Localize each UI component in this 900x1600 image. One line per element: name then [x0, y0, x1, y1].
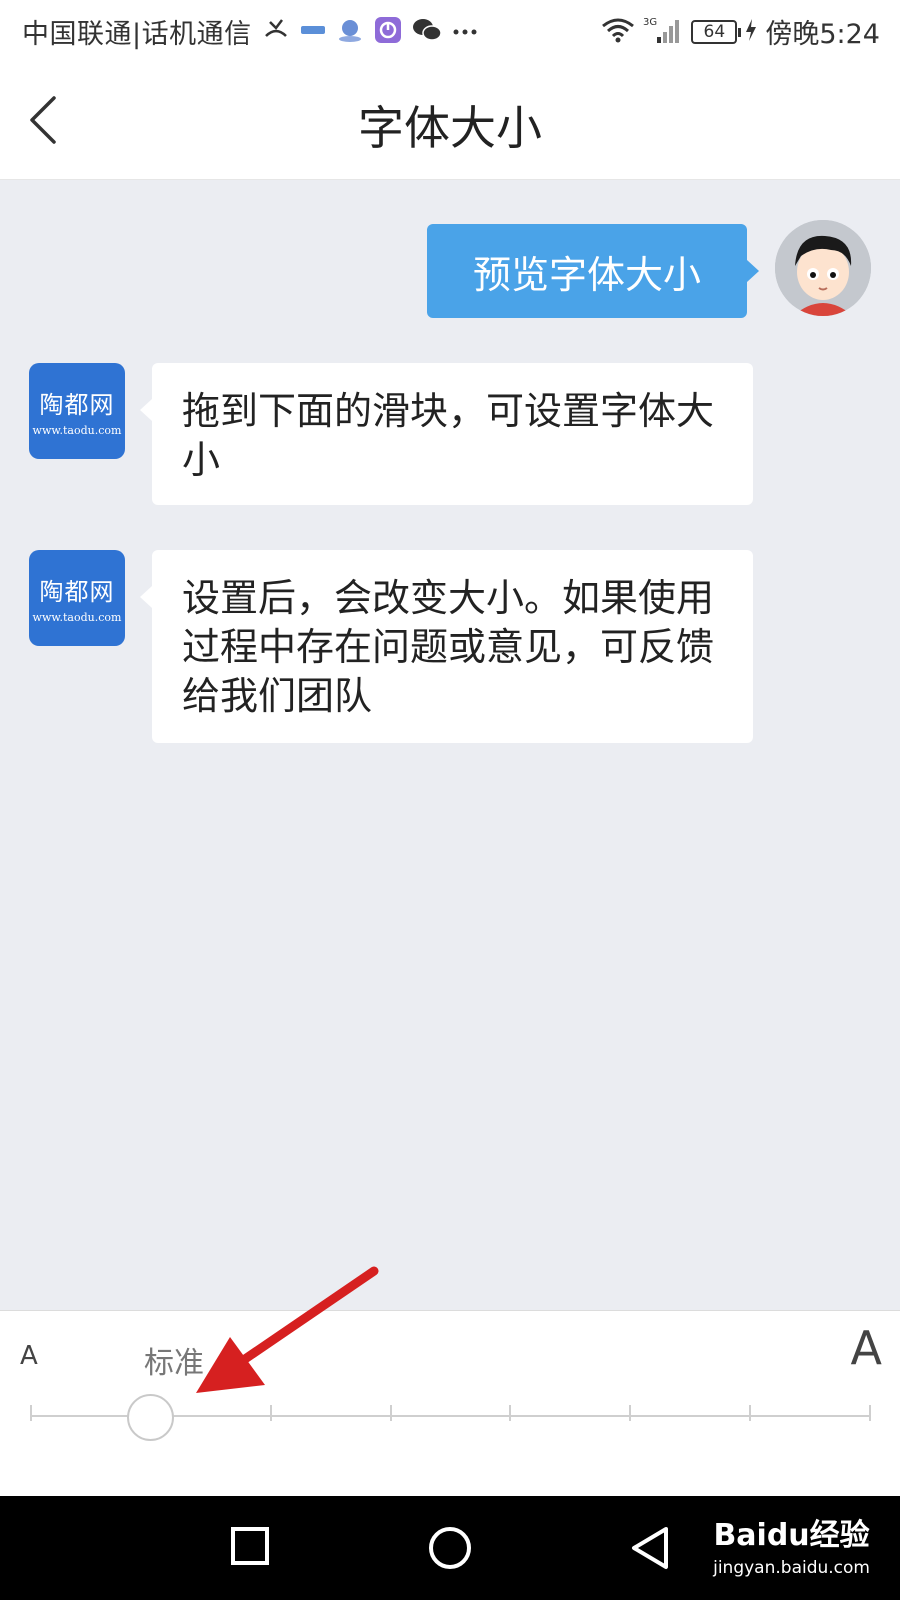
bot-brand-name: 陶都网: [39, 578, 115, 606]
bot-message-text: 设置后，会改变大小。如果使用过程中存在问题或意见，可反馈给我们团队: [182, 576, 715, 718]
bot-brand-domain: www.taodu.com: [32, 424, 122, 437]
slider-tick: [629, 1405, 632, 1421]
wechat-icon: [412, 17, 442, 47]
page-title: 字体大小: [358, 101, 542, 155]
small-font-label: A: [20, 1341, 38, 1371]
mascot-app-icon: [336, 16, 364, 48]
charging-icon: [745, 18, 757, 46]
status-bar: 中国联通|话机通信 3G 64 傍晚5:24: [0, 0, 900, 62]
font-size-slider-thumb[interactable]: [127, 1394, 175, 1441]
chat-preview-area: 预览字体大小 陶都网 www.taodu.com 拖到下面的滑块，可设置字体大小…: [0, 180, 900, 1310]
carrier-name: 中国联通|话机通信: [22, 19, 252, 50]
slider-tick: [749, 1405, 752, 1421]
user-message-bubble: 预览字体大小: [427, 224, 759, 318]
bot-avatar: 陶都网 www.taodu.com: [29, 550, 125, 646]
slider-tick: [389, 1405, 392, 1421]
baidu-watermark: Baidu经验 jingyan.baidu.com: [713, 1510, 870, 1578]
wifi-icon: [601, 16, 635, 48]
slider-tick: [509, 1405, 512, 1421]
slider-tick: [869, 1405, 871, 1421]
current-size-label: 标准: [144, 1346, 204, 1381]
bot-brand-domain: www.taodu.com: [32, 611, 122, 624]
bot-message-text: 拖到下面的滑块，可设置字体大小: [182, 389, 715, 482]
back-nav-button[interactable]: [628, 1526, 672, 1574]
bot-message-bubble: 拖到下面的滑块，可设置字体大小: [140, 363, 753, 505]
pie-app-icon: [374, 16, 402, 48]
status-right: 3G 64 傍晚5:24: [601, 12, 880, 51]
svg-text:3G: 3G: [643, 17, 657, 28]
square-icon: [231, 1527, 269, 1565]
bot-message-bubble: 设置后，会改变大小。如果使用过程中存在问题或意见，可反馈给我们团队: [140, 550, 753, 743]
signal-icon: 3G: [643, 15, 683, 49]
more-notifications-icon: [452, 22, 478, 41]
app-header: 字体大小: [0, 62, 900, 180]
status-left: 中国联通|话机通信: [22, 12, 478, 51]
user-avatar: [775, 220, 871, 316]
slider-tick: [30, 1405, 32, 1421]
watermark-brand: Baidu经验: [713, 1518, 870, 1553]
clock: 傍晚5:24: [765, 19, 880, 50]
user-message-text: 预览字体大小: [472, 252, 701, 297]
app-notification-icon: [300, 20, 326, 44]
bot-brand-name: 陶都网: [39, 391, 115, 419]
missed-call-icon: [262, 16, 290, 48]
home-button[interactable]: [428, 1526, 472, 1574]
system-nav-bar: Baidu经验 jingyan.baidu.com: [0, 1496, 900, 1600]
circle-icon: [429, 1527, 471, 1569]
recent-apps-button[interactable]: [230, 1526, 270, 1570]
battery-indicator: 64: [691, 19, 742, 44]
font-size-panel: A 标准 A: [0, 1310, 900, 1496]
triangle-back-icon: [632, 1527, 668, 1569]
slider-tick: [269, 1405, 272, 1421]
cartoon-avatar-icon: [775, 220, 871, 316]
watermark-url: jingyan.baidu.com: [713, 1558, 870, 1578]
bot-avatar: 陶都网 www.taodu.com: [29, 363, 125, 459]
large-font-label: A: [850, 1321, 882, 1375]
